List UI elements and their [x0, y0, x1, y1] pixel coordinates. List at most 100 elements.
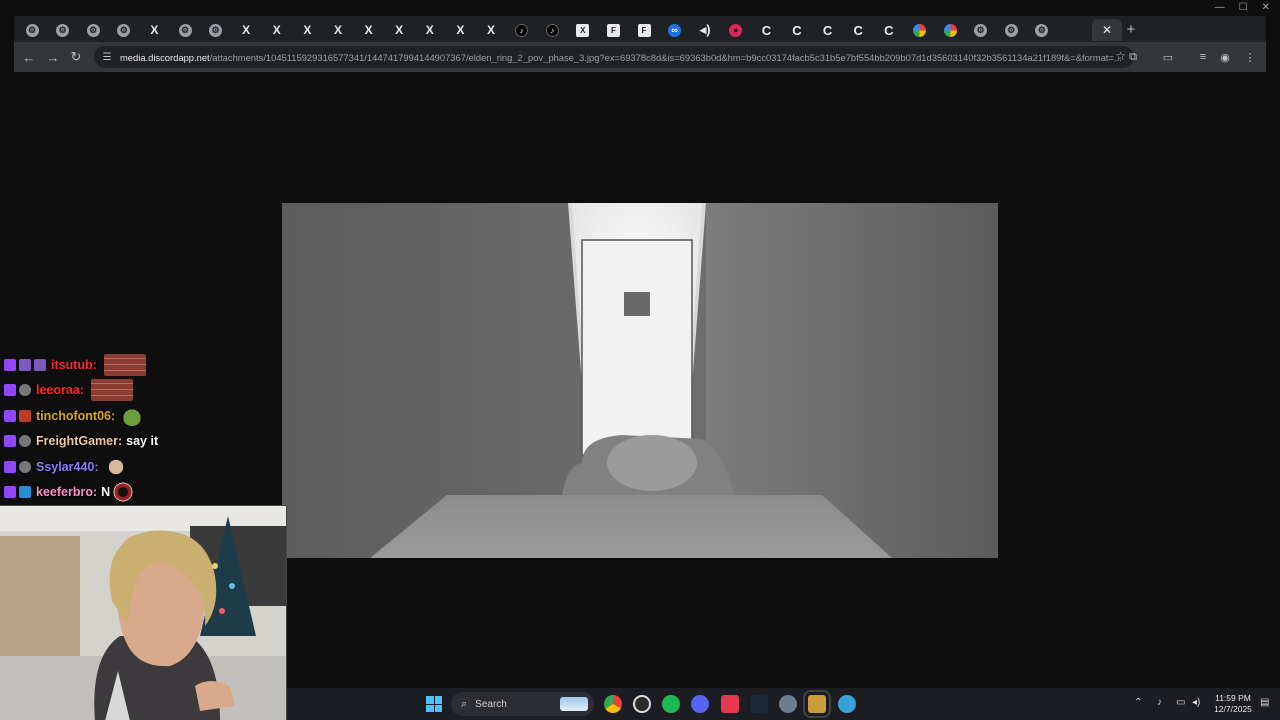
chat-username[interactable]: FreightGamer: — [36, 434, 122, 448]
chat-badge-icon — [19, 460, 31, 473]
search-label: Search — [475, 698, 507, 710]
chat-emote-head — [105, 456, 126, 477]
chat-badge-icon — [19, 409, 31, 422]
browser-tab[interactable]: X — [140, 19, 168, 41]
chat-message: keeferbro: N — [4, 480, 284, 506]
browser-tab[interactable]: C — [752, 19, 780, 41]
extensions-icon[interactable]: ⧉ — [1125, 49, 1141, 65]
browser-tab[interactable]: ⚙ — [79, 19, 107, 41]
volume-icon[interactable]: ◂) — [1192, 697, 1200, 708]
url-path: /attachments/1045115929316577341/1447417… — [209, 51, 1122, 63]
address-bar[interactable]: ☰ media.discordapp.net /attachments/1045… — [94, 46, 1134, 68]
microphone-icon[interactable]: ♪ — [1157, 697, 1162, 708]
chat-message: tinchofont06: — [4, 403, 284, 429]
browser-tab[interactable]: X — [385, 19, 413, 41]
chat-badge-icon — [19, 435, 31, 448]
tiktok-icon: ♪ — [515, 23, 529, 37]
profile-icon[interactable]: ◉ — [1217, 49, 1233, 65]
forward-icon[interactable]: → — [44, 48, 62, 66]
chat-username[interactable]: itsutub: — [51, 358, 97, 372]
browser-tab[interactable]: X — [569, 19, 597, 41]
browser-tab[interactable]: ◂) — [691, 19, 719, 41]
new-tab-button[interactable]: + — [1122, 20, 1140, 38]
browser-tab[interactable]: ∞ — [661, 19, 689, 41]
discord-icon[interactable] — [691, 695, 709, 713]
chat-emote-frog — [122, 405, 143, 426]
browser-tab[interactable]: ⚙ — [967, 19, 995, 41]
browser-tab[interactable]: C — [844, 19, 872, 41]
generic-icon: ⚙ — [974, 23, 988, 37]
browser-tab[interactable]: C — [783, 19, 811, 41]
browser-tab[interactable]: X — [263, 19, 291, 41]
browser-tab[interactable]: ⚙ — [171, 19, 199, 41]
generic-icon: ⚙ — [209, 23, 223, 37]
menu-icon[interactable]: ⋮ — [1242, 49, 1258, 65]
ytmusic-icon[interactable] — [721, 695, 739, 713]
chat-badge-icon — [4, 358, 16, 371]
chat-username[interactable]: keeferbro: — [36, 485, 97, 499]
chat-badge-icon — [4, 460, 16, 473]
chat-badge-icon — [34, 358, 46, 371]
site-info-icon[interactable]: ☰ — [100, 50, 114, 64]
minimize-button[interactable]: — — [1215, 0, 1225, 16]
browser-tab[interactable]: ⚙ — [1028, 19, 1056, 41]
browser-tab[interactable]: ● — [722, 19, 750, 41]
c-icon: C — [761, 22, 772, 38]
browser-tab[interactable]: C — [814, 19, 842, 41]
google-icon — [943, 23, 957, 37]
browser-tab[interactable]: ⚙ — [18, 19, 46, 41]
steam-icon[interactable] — [750, 695, 768, 713]
square-icon: F — [606, 23, 620, 37]
chat-username[interactable]: leeoraa: — [36, 383, 84, 397]
browser-tab[interactable]: F — [599, 19, 627, 41]
browser-tab[interactable]: ♪ — [538, 19, 566, 41]
network-icon[interactable]: ▭ — [1176, 697, 1185, 708]
reload-icon[interactable]: ↻ — [67, 48, 85, 66]
media-icon[interactable]: ▭ — [1160, 49, 1176, 65]
browser-tab[interactable]: ⚙ — [997, 19, 1025, 41]
x-icon: X — [333, 23, 342, 37]
back-icon[interactable]: ← — [20, 48, 38, 66]
obs-icon[interactable] — [633, 695, 651, 713]
browser-tab[interactable]: ⚙ — [202, 19, 230, 41]
browser-tab[interactable]: F — [630, 19, 658, 41]
browser-tab[interactable]: ⚙ — [110, 19, 138, 41]
webcam-feed — [0, 505, 287, 720]
spotify-icon[interactable] — [662, 695, 680, 713]
browser-tab[interactable] — [905, 19, 933, 41]
league-icon[interactable] — [803, 690, 831, 718]
browser-tab[interactable]: X — [416, 19, 444, 41]
settings-icon[interactable] — [779, 695, 797, 713]
hallway-render — [282, 203, 998, 558]
close-tab-icon[interactable]: ✕ — [1102, 23, 1112, 37]
taskbar-clock[interactable]: 11:59 PM 12/7/2025 — [1210, 693, 1256, 715]
world-icon[interactable] — [838, 695, 856, 713]
browser-tab[interactable]: X — [477, 19, 505, 41]
browser-tab[interactable]: ⚙ — [49, 19, 77, 41]
notification-icon[interactable]: ▤ — [1260, 697, 1269, 708]
chrome-icon[interactable] — [604, 695, 622, 713]
chat-username[interactable]: tinchofont06: — [36, 409, 115, 423]
taskbar-search[interactable]: ⌕ Search — [451, 692, 594, 716]
browser-tab[interactable]: X — [232, 19, 260, 41]
chat-badge-icon — [19, 384, 31, 397]
browser-tab[interactable]: C — [875, 19, 903, 41]
browser-tab[interactable]: X — [446, 19, 474, 41]
browser-tab[interactable]: X — [293, 19, 321, 41]
generic-icon: ⚙ — [1035, 23, 1049, 37]
chat-username[interactable]: Ssylar440: — [36, 460, 99, 474]
start-button[interactable] — [426, 696, 442, 712]
chat-badge-icon — [4, 435, 16, 448]
tray-chevron-icon[interactable]: ⌃ — [1134, 697, 1142, 708]
browser-tab[interactable]: X — [355, 19, 383, 41]
reading-list-icon[interactable]: ≡ — [1195, 49, 1211, 65]
close-window-button[interactable]: ✕ — [1262, 0, 1270, 16]
chat-message: leeoraa: — [4, 378, 284, 404]
active-tab[interactable]: ✕ — [1092, 19, 1122, 41]
maximize-button[interactable]: ☐ — [1239, 0, 1248, 16]
generic-icon: ⚙ — [25, 23, 39, 37]
c-icon: C — [792, 22, 802, 38]
browser-tab[interactable]: ♪ — [508, 19, 536, 41]
browser-tab[interactable] — [936, 19, 964, 41]
browser-tab[interactable]: X — [324, 19, 352, 41]
